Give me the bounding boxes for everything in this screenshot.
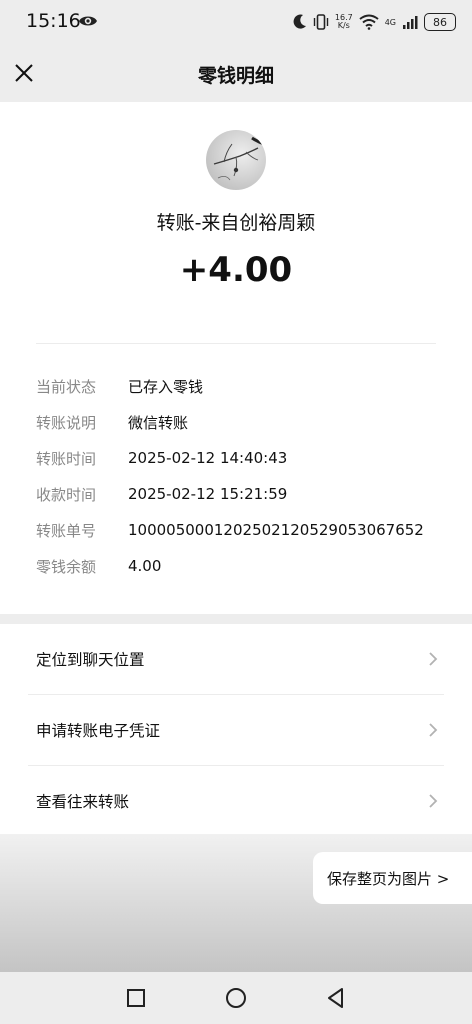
network-type: 4G xyxy=(384,17,396,27)
row-value: 2025-02-12 15:21:59 xyxy=(128,485,288,503)
detail-row-transfer-id: 转账单号 1000050001202502120529053067652 xyxy=(36,512,456,548)
status-icons: 16.7 K/s 4G 86 xyxy=(293,11,456,33)
back-icon[interactable] xyxy=(323,985,349,1011)
detail-row-transfer-time: 转账时间 2025-02-12 14:40:43 xyxy=(36,440,456,476)
chevron-right-icon xyxy=(429,723,438,737)
eye-icon xyxy=(79,16,97,26)
status-bar: 15:16 16.7 K/s 4G 86 xyxy=(0,0,472,44)
chevron-right-icon xyxy=(429,652,438,666)
battery-indicator: 86 xyxy=(424,13,456,31)
avatar[interactable] xyxy=(206,130,266,190)
row-label: 收款时间 xyxy=(36,485,97,504)
row-label: 当前状态 xyxy=(36,377,97,396)
speed-unit: K/s xyxy=(337,21,350,30)
row-label: 转账说明 xyxy=(36,413,97,432)
status-time: 15:16 xyxy=(26,10,81,32)
page-title: 零钱明细 xyxy=(197,65,274,87)
row-label: 转账时间 xyxy=(36,449,97,468)
signal-icon xyxy=(403,16,418,29)
vibrate-icon xyxy=(313,14,329,30)
detail-row-receive-time: 收款时间 2025-02-12 15:21:59 xyxy=(36,476,456,512)
network-speed: 16.7 K/s xyxy=(335,14,353,30)
row-value: 微信转账 xyxy=(128,413,189,432)
row-value: 2025-02-12 14:40:43 xyxy=(128,449,288,467)
system-nav-bar xyxy=(0,972,472,1024)
moon-icon xyxy=(293,14,306,29)
view-transfers-button[interactable]: 查看往来转账 xyxy=(0,766,472,836)
detail-row-status: 当前状态 已存入零钱 xyxy=(36,368,456,404)
row-value[interactable]: 1000050001202502120529053067652 xyxy=(128,521,424,539)
recent-apps-icon[interactable] xyxy=(123,985,149,1011)
detail-row-description: 转账说明 微信转账 xyxy=(36,404,456,440)
action-list: 定位到聊天位置 申请转账电子凭证 查看往来转账 xyxy=(0,624,472,834)
action-label: 申请转账电子凭证 xyxy=(36,722,161,740)
row-label: 转账单号 xyxy=(36,521,97,540)
divider xyxy=(36,343,436,344)
transfer-amount: +4.00 xyxy=(179,250,293,290)
action-label: 定位到聊天位置 xyxy=(36,651,145,669)
transfer-detail-card: 转账-来自创裕周颖 +4.00 当前状态 已存入零钱 转账说明 微信转账 转账时… xyxy=(0,102,472,614)
locate-chat-button[interactable]: 定位到聊天位置 xyxy=(0,624,472,694)
nav-bar: 零钱明细 xyxy=(0,44,472,102)
chevron-right-icon xyxy=(429,794,438,808)
action-label: 查看往来转账 xyxy=(36,793,130,811)
transfer-title: 转账-来自创裕周颖 xyxy=(156,212,316,234)
apply-voucher-button[interactable]: 申请转账电子凭证 xyxy=(0,695,472,765)
detail-row-balance: 零钱余额 4.00 xyxy=(36,548,456,584)
row-value: 已存入零钱 xyxy=(128,377,204,396)
row-value: 4.00 xyxy=(128,557,162,575)
detail-rows: 当前状态 已存入零钱 转账说明 微信转账 转账时间 2025-02-12 14:… xyxy=(36,368,456,584)
wifi-icon xyxy=(359,14,379,30)
save-page-as-image-button[interactable]: 保存整页为图片 > xyxy=(313,852,472,904)
row-label: 零钱余额 xyxy=(36,557,97,576)
home-icon[interactable] xyxy=(223,985,249,1011)
